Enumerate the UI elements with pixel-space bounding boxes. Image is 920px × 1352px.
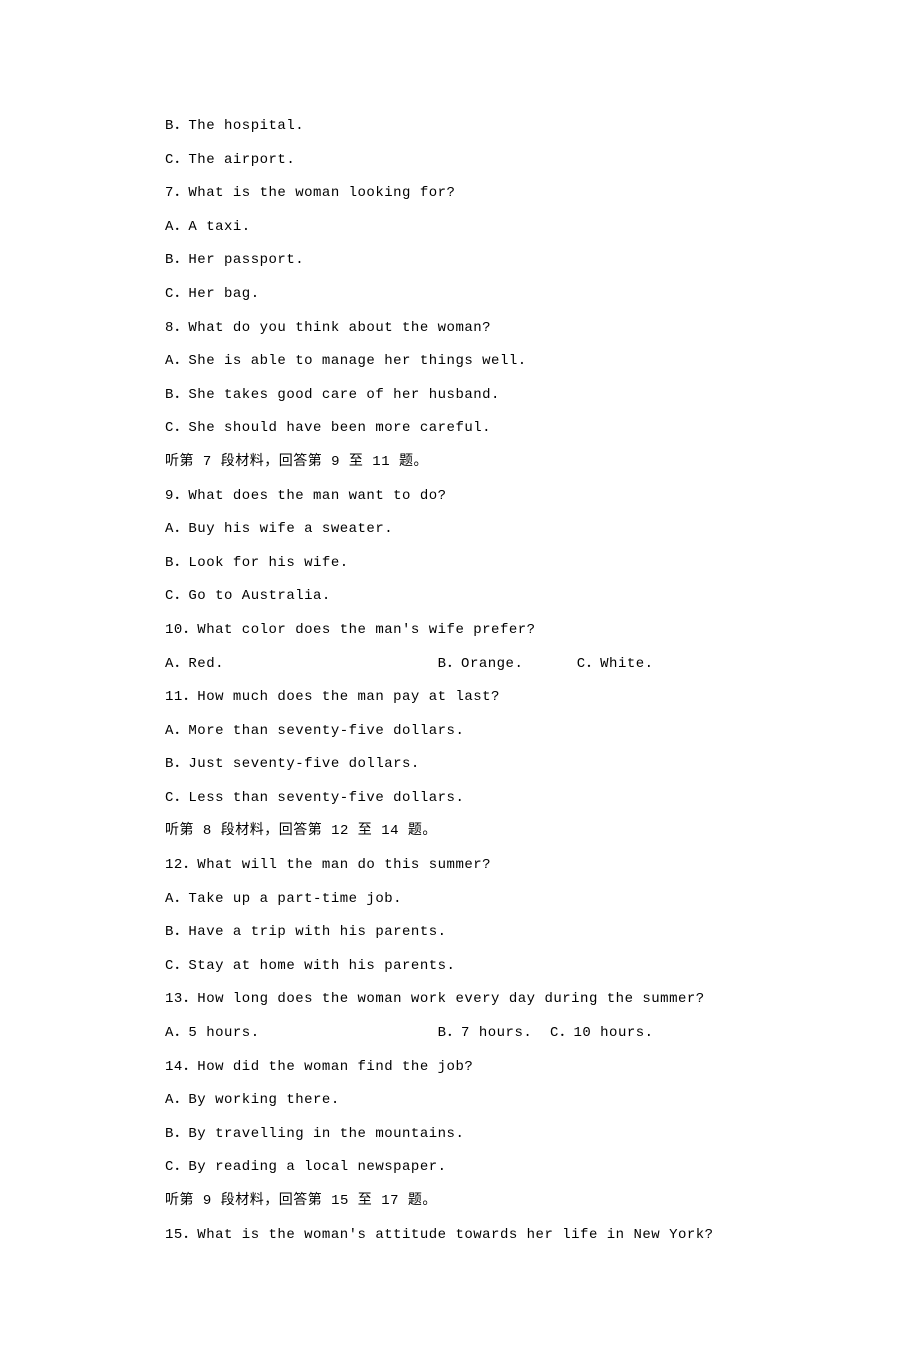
question-text: 10．What color does the man's wife prefer… (165, 614, 755, 648)
question-text: 13．How long does the woman work every da… (165, 983, 755, 1017)
answer-option: B．Just seventy-five dollars. (165, 748, 755, 782)
question-text: 14．How did the woman find the job? (165, 1051, 755, 1085)
answer-option: B．She takes good care of her husband. (165, 379, 755, 413)
section-instruction: 听第 8 段材料，回答第 12 至 14 题。 (165, 815, 755, 849)
answer-option: B．Look for his wife. (165, 547, 755, 581)
question-text: 9．What does the man want to do? (165, 480, 755, 514)
answer-option: B．By travelling in the mountains. (165, 1118, 755, 1152)
answer-option: A．Buy his wife a sweater. (165, 513, 755, 547)
answer-option: C．Go to Australia. (165, 580, 755, 614)
answer-option: A．Take up a part-time job. (165, 883, 755, 917)
section-instruction: 听第 7 段材料，回答第 9 至 11 题。 (165, 446, 755, 480)
answer-option-row: A．Red. B．Orange. C．White. (165, 648, 755, 682)
answer-option: A．A taxi. (165, 211, 755, 245)
question-text: 15．What is the woman's attitude towards … (165, 1219, 755, 1253)
answer-option: B．Her passport. (165, 244, 755, 278)
question-text: 11．How much does the man pay at last? (165, 681, 755, 715)
answer-option: C．By reading a local newspaper. (165, 1151, 755, 1185)
section-instruction: 听第 9 段材料，回答第 15 至 17 题。 (165, 1185, 755, 1219)
question-text: 7．What is the woman looking for? (165, 177, 755, 211)
answer-option: C．Her bag. (165, 278, 755, 312)
answer-option-row: A．5 hours. B．7 hours. C．10 hours. (165, 1017, 755, 1051)
answer-option: C．Less than seventy-five dollars. (165, 782, 755, 816)
exam-page: B．The hospital. C．The airport. 7．What is… (0, 0, 920, 1352)
answer-option: C．The airport. (165, 144, 755, 178)
answer-option: B．Have a trip with his parents. (165, 916, 755, 950)
answer-option: B．The hospital. (165, 110, 755, 144)
answer-option: C．She should have been more careful. (165, 412, 755, 446)
question-text: 12．What will the man do this summer? (165, 849, 755, 883)
question-text: 8．What do you think about the woman? (165, 312, 755, 346)
answer-option: C．Stay at home with his parents. (165, 950, 755, 984)
answer-option: A．More than seventy-five dollars. (165, 715, 755, 749)
answer-option: A．She is able to manage her things well. (165, 345, 755, 379)
answer-option: A．By working there. (165, 1084, 755, 1118)
